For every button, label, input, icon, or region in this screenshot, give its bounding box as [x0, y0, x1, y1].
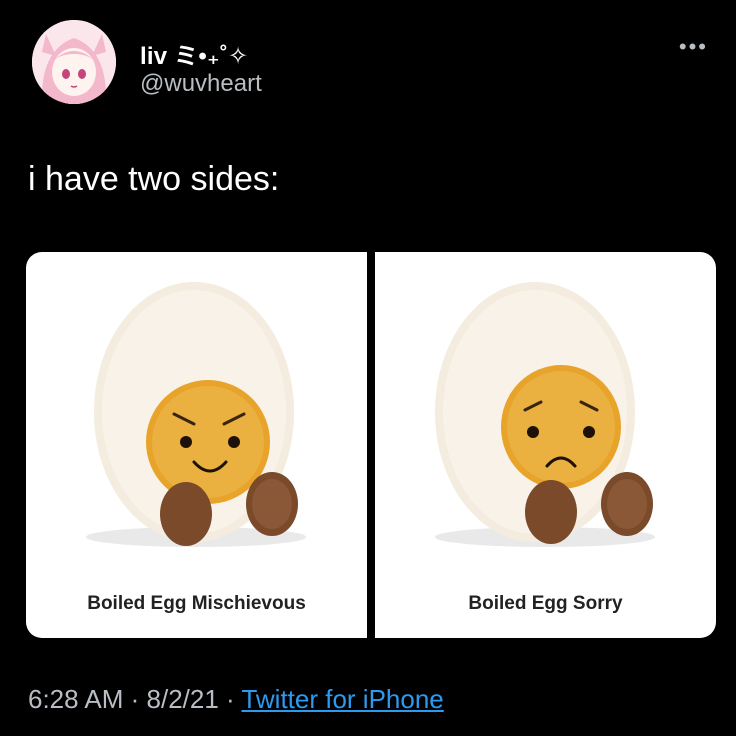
display-name[interactable]: liv ミ•₊˚✧: [140, 36, 248, 71]
egg-sorry-illustration: [435, 282, 655, 547]
media-image-mischievous[interactable]: Boiled Egg Mischievous: [26, 252, 367, 638]
source-link[interactable]: Twitter for iPhone: [241, 684, 443, 714]
separator: ·: [123, 684, 147, 714]
avatar-illustration: [32, 20, 116, 104]
tweet-metadata: 6:28 AM · 8/2/21 · Twitter for iPhone: [28, 684, 444, 715]
user-handle[interactable]: @wuvheart: [140, 70, 262, 98]
separator: ·: [218, 684, 242, 714]
caption-sorry: Boiled Egg Sorry: [468, 593, 623, 614]
egg-mischievous-illustration: [86, 282, 306, 547]
more-options-icon[interactable]: •••: [679, 34, 708, 60]
tweet-date[interactable]: 8/2/21: [147, 684, 219, 714]
caption-mischievous: Boiled Egg Mischievous: [87, 593, 306, 614]
tweet-time[interactable]: 6:28 AM: [28, 684, 123, 714]
tweet-media[interactable]: Boiled Egg Mischievous Boiled Egg Sorry: [26, 252, 716, 638]
tweet-text: i have two sides:: [28, 160, 280, 198]
avatar[interactable]: [32, 20, 116, 104]
media-image-sorry[interactable]: Boiled Egg Sorry: [375, 252, 716, 638]
